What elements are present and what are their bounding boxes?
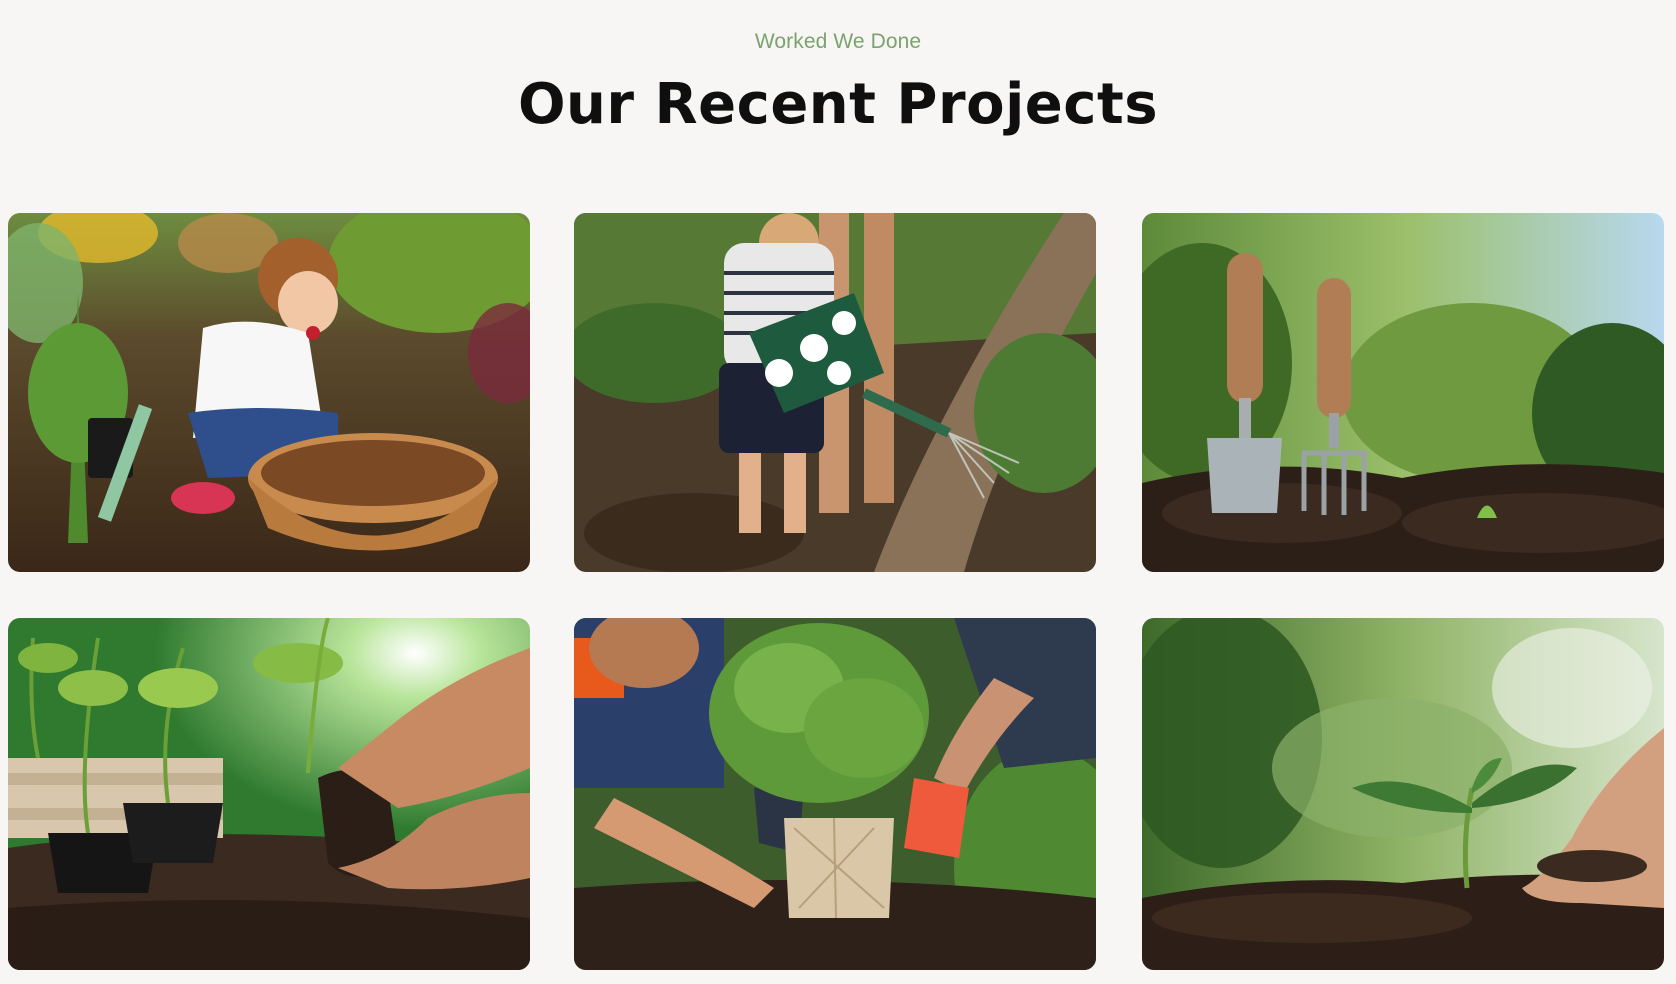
project-card-seedlings[interactable] [8, 618, 530, 970]
project-photo-garden-tools [1142, 213, 1664, 572]
project-card-child-basket[interactable] [8, 213, 530, 572]
project-card-garden-tools[interactable] [1142, 213, 1664, 572]
section-title: Our Recent Projects [517, 72, 1159, 137]
project-photo-planting-shrub [574, 618, 1096, 970]
section-eyebrow: Worked We Done [754, 30, 922, 53]
projects-gallery [8, 213, 1666, 970]
project-photo-sprout [1142, 618, 1664, 970]
project-photo-watering-can [574, 213, 1096, 572]
project-photo-seedlings [8, 618, 530, 970]
project-photo-child-basket [8, 213, 530, 572]
project-card-planting-shrub[interactable] [574, 618, 1096, 970]
project-card-watering-can[interactable] [574, 213, 1096, 572]
project-card-sprout[interactable] [1142, 618, 1664, 970]
